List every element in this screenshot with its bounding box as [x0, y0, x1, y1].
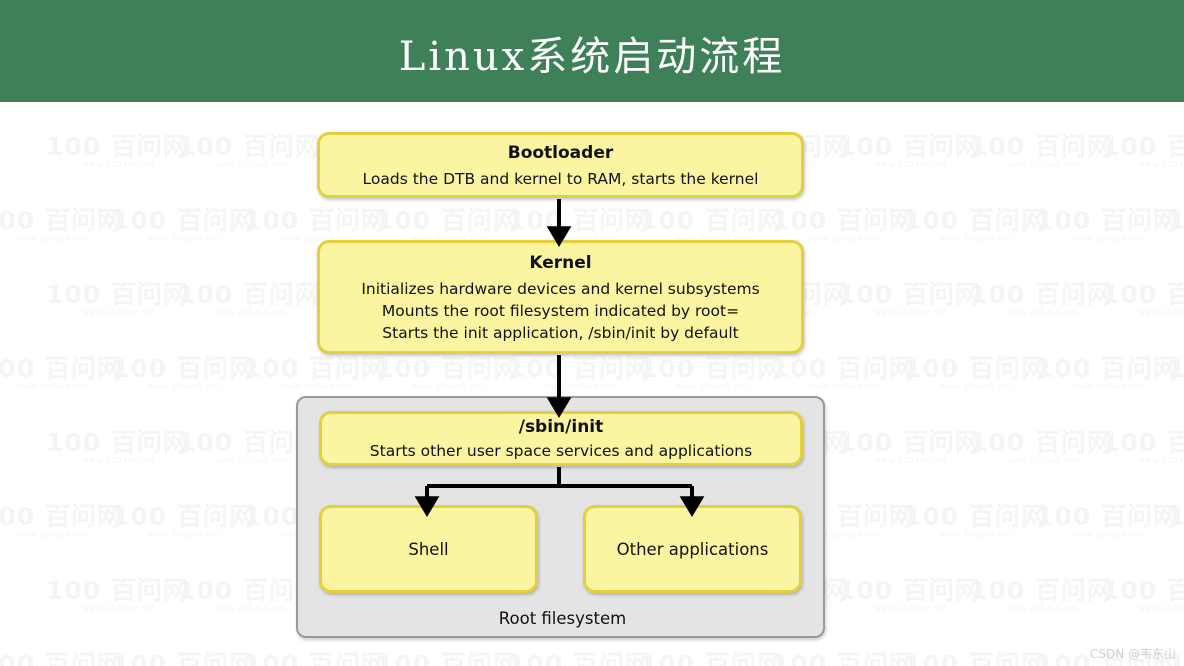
node-kernel-line-1: Initializes hardware devices and kernel …	[361, 279, 760, 298]
node-bootloader-line-1: Loads the DTB and kernel to RAM, starts …	[362, 169, 759, 188]
node-kernel[interactable]: Kernel Initializes hardware devices and …	[317, 240, 804, 354]
node-bootloader[interactable]: Bootloader Loads the DTB and kernel to R…	[317, 132, 804, 198]
node-shell-label: Shell	[408, 539, 449, 559]
node-shell[interactable]: Shell	[319, 505, 538, 593]
header-bar: Linux系统启动流程	[0, 0, 1184, 102]
node-kernel-title: Kernel	[529, 252, 592, 273]
container-root-filesystem-label: Root filesystem	[498, 609, 627, 628]
node-other-applications[interactable]: Other applications	[583, 505, 802, 593]
node-sbin-init[interactable]: /sbin/init Starts other user space servi…	[319, 411, 803, 466]
csdn-credit-watermark: CSDN @韦东山	[1089, 647, 1176, 661]
node-kernel-line-2: Mounts the root filesystem indicated by …	[381, 301, 740, 320]
node-sbin-init-line-1: Starts other user space services and app…	[369, 441, 753, 460]
node-other-applications-label: Other applications	[616, 539, 769, 559]
node-sbin-init-title: /sbin/init	[518, 416, 604, 437]
page-title: Linux系统启动流程	[398, 34, 786, 80]
node-bootloader-title: Bootloader	[507, 142, 614, 163]
node-kernel-line-3: Starts the init application, /sbin/init …	[382, 323, 739, 342]
